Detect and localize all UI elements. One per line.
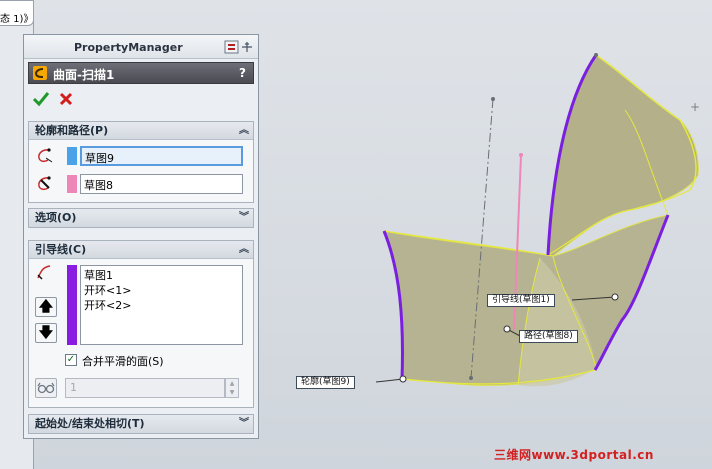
svg-text:+: + — [690, 100, 700, 114]
guide-curves-group: 引导线(C) ︽ 草图1 开环<1> 开环<2> 🡅 🡇 ✓ 合并平滑的面(S)… — [28, 240, 254, 408]
guide-color-swatch — [67, 265, 77, 345]
pin-icon[interactable] — [224, 39, 254, 55]
property-manager-title: PropertyManager — [74, 41, 183, 54]
tangency-group-header[interactable]: 起始处/结束处相切(T) ︾ — [29, 415, 253, 433]
glasses-icon[interactable] — [35, 378, 57, 398]
profile-path-group-header[interactable]: 轮廓和路径(P) ︽ — [29, 122, 253, 140]
tree-breadcrumb[interactable]: 态 1)》 — [0, 0, 34, 26]
help-icon[interactable]: ? — [239, 66, 246, 80]
ok-cancel-row — [32, 91, 92, 107]
move-down-button[interactable]: 🡇 — [35, 323, 57, 343]
chevron-up-icon[interactable]: ︽ — [239, 241, 249, 259]
guide-curves-group-header[interactable]: 引导线(C) ︽ — [29, 241, 253, 259]
feature-title: 曲面-扫描1 — [53, 68, 115, 82]
profile-callout: 轮廓(草图9) — [296, 376, 355, 389]
profile-path-group-label: 轮廓和路径(P) — [35, 124, 109, 137]
arrow-down-icon: 🡇 — [38, 325, 54, 341]
list-item[interactable]: 开环<1> — [84, 283, 239, 298]
guide-count-row: 1 ▲ ▼ — [35, 377, 249, 399]
profile-color-swatch — [67, 147, 77, 165]
property-manager-panel: PropertyManager 曲面-扫描1 ? 轮廓和路径(P) ︽ 草图9 … — [23, 34, 259, 439]
list-item[interactable]: 开环<2> — [84, 298, 239, 313]
guide-count-input[interactable]: 1 — [65, 378, 225, 398]
guide-curve-callout: 引导线(草图1) — [487, 294, 555, 307]
chevron-down-icon[interactable]: ︾ — [239, 209, 249, 227]
guide-curves-list[interactable]: 草图1 开环<1> 开环<2> — [80, 265, 243, 345]
watermark: 三维网www.3dportal.cn — [494, 448, 654, 462]
profile-input[interactable]: 草图9 — [80, 146, 243, 166]
path-callout: 路径(草图8) — [519, 330, 578, 343]
tangency-group-label: 起始处/结束处相切(T) — [35, 417, 145, 430]
tangency-group: 起始处/结束处相切(T) ︾ — [28, 414, 254, 434]
path-color-swatch — [67, 175, 77, 193]
chevron-down-icon[interactable]: ︾ — [239, 415, 249, 433]
merge-smooth-faces-checkbox[interactable]: ✓ — [65, 354, 77, 366]
x-icon[interactable] — [58, 91, 74, 110]
path-icon — [35, 175, 55, 193]
options-group-header[interactable]: 选项(O) ︾ — [29, 209, 253, 227]
spinner-arrows[interactable]: ▲ ▼ — [225, 378, 239, 398]
property-manager-header: PropertyManager — [24, 35, 258, 59]
profile-selection-row: 草图9 — [29, 144, 253, 168]
options-group: 选项(O) ︾ — [28, 208, 254, 228]
guide-curves-group-label: 引导线(C) — [35, 243, 87, 256]
sweep-surface-icon — [33, 66, 47, 80]
feature-title-bar: 曲面-扫描1 ? — [28, 62, 254, 84]
arrow-up-icon: 🡅 — [38, 299, 54, 315]
profile-icon — [35, 147, 55, 165]
profile-path-group: 轮廓和路径(P) ︽ 草图9 草图8 — [28, 121, 254, 203]
check-icon[interactable] — [32, 91, 50, 110]
list-item[interactable]: 草图1 — [84, 268, 239, 283]
path-selection-row: 草图8 — [29, 172, 253, 196]
move-up-button[interactable]: 🡅 — [35, 297, 57, 317]
guide-curve-icon — [35, 263, 55, 281]
chevron-up-icon[interactable]: ︽ — [239, 122, 249, 140]
merge-smooth-faces-label: 合并平滑的面(S) — [82, 355, 164, 368]
options-group-label: 选项(O) — [35, 211, 77, 224]
path-input[interactable]: 草图8 — [80, 174, 243, 194]
